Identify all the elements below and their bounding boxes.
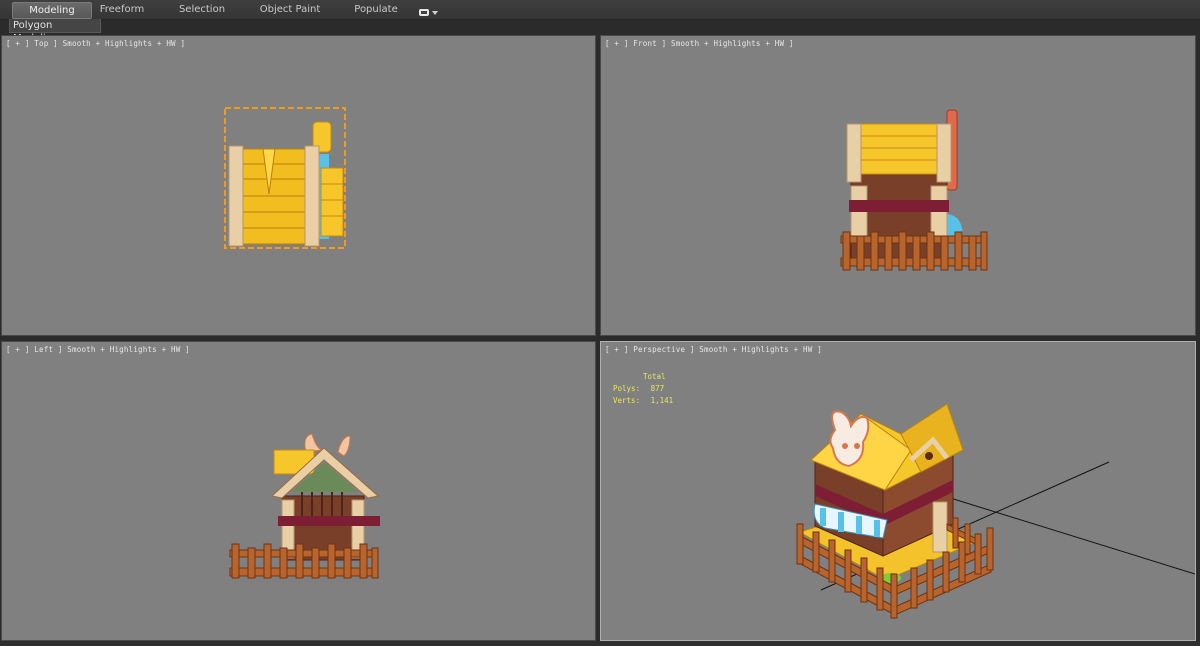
tab-modeling[interactable]: Modeling <box>12 2 92 19</box>
viewport-label-left[interactable]: [ + ] Left ] Smooth + Highlights + HW ] <box>6 345 190 354</box>
house-perspective-view <box>796 403 1195 619</box>
viewport-perspective[interactable]: [ + ] Perspective ] Smooth + Highlights … <box>600 341 1196 641</box>
ribbon-options-icon[interactable] <box>418 4 440 16</box>
house-left-view <box>229 433 380 579</box>
viewport-front[interactable]: [ + ] Front ] Smooth + Highlights + HW ] <box>600 35 1196 336</box>
tab-selection[interactable]: Selection <box>166 2 238 17</box>
viewport-left[interactable]: [ + ] Left ] Smooth + Highlights + HW ] <box>1 341 596 641</box>
tab-freeform[interactable]: Freeform <box>86 2 158 17</box>
house-front-view <box>840 109 988 271</box>
tab-object-paint[interactable]: Object Paint <box>250 2 330 17</box>
status-strip <box>0 641 1200 646</box>
viewport-top[interactable]: [ + ] Top ] Smooth + Highlights + HW ] <box>1 35 596 336</box>
viewport-label-top[interactable]: [ + ] Top ] Smooth + Highlights + HW ] <box>6 39 185 48</box>
viewport-label-front[interactable]: [ + ] Front ] Smooth + Highlights + HW ] <box>605 39 794 48</box>
tab-populate[interactable]: Populate <box>344 2 408 17</box>
house-top-view <box>224 107 346 249</box>
polygon-modeling-panel[interactable]: Polygon Modeling <box>9 19 101 44</box>
ribbon-bar: Modeling Freeform Selection Object Paint… <box>0 0 1200 20</box>
